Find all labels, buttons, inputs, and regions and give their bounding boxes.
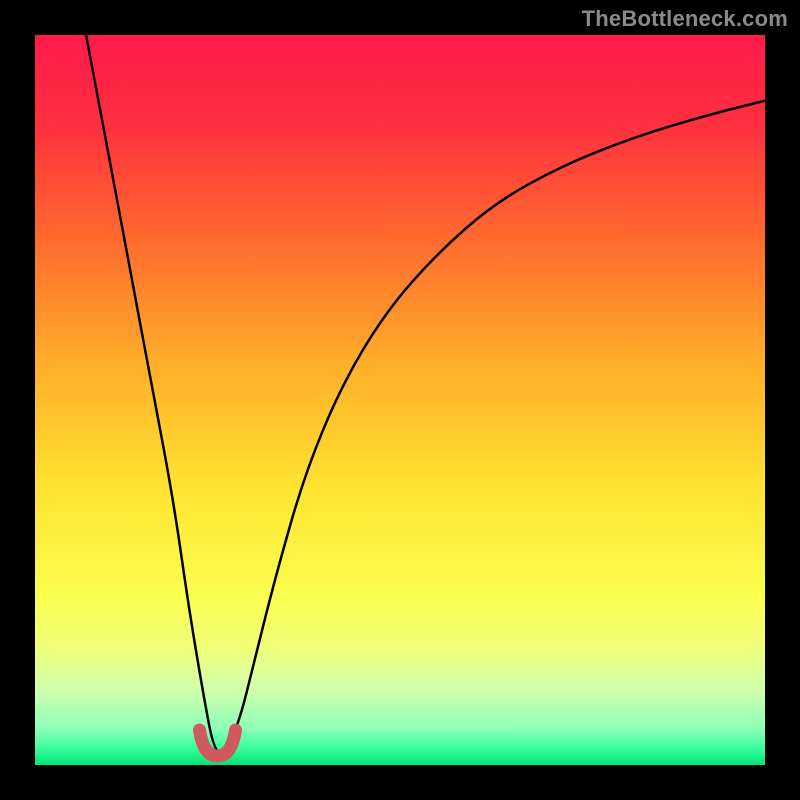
minimum-marker — [200, 730, 236, 756]
watermark-text: TheBottleneck.com — [582, 6, 788, 32]
plot-area — [35, 35, 765, 765]
bottleneck-curve — [35, 35, 765, 765]
chart-frame: TheBottleneck.com — [0, 0, 800, 800]
